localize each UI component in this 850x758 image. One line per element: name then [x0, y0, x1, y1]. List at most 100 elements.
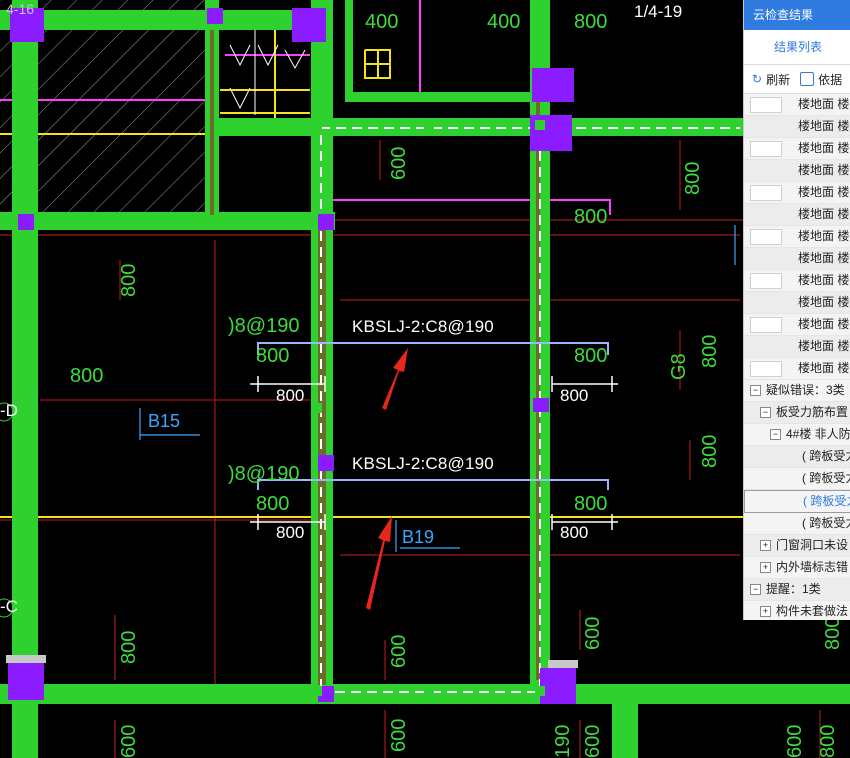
dim-bar1-right: 800	[574, 345, 608, 367]
top-left-label: 4-16	[6, 1, 35, 17]
rebar-partial-label-1: )8@190	[228, 315, 300, 337]
result-row[interactable]: 楼地面 楼	[744, 116, 850, 138]
collapse-icon[interactable]: −	[770, 429, 781, 441]
dim-bar2-left: 800	[256, 493, 290, 515]
result-row[interactable]: 楼地面 楼	[744, 160, 850, 182]
result-row-label: 楼地面 楼	[798, 339, 850, 353]
dim-600-bot4: 600	[582, 724, 604, 758]
tree-floor4-label: 4#楼 非人防	[786, 427, 850, 441]
collapse-icon[interactable]: −	[750, 584, 761, 596]
result-row-label: 楼地面 楼	[798, 185, 850, 199]
tree-comp-label: 构件未套做法	[776, 604, 849, 618]
dim-800-left: 800	[118, 263, 140, 297]
tree-slab-bar[interactable]: − 板受力筋布置	[744, 402, 850, 424]
result-row-label: 楼地面 楼	[798, 361, 850, 375]
tree-span-2[interactable]: ( 跨板受力	[744, 468, 850, 490]
slab-label-b19[interactable]: B19	[402, 528, 434, 546]
dim-bar2-bottom-right: 800	[560, 523, 589, 542]
page-label: 1/4-19	[634, 2, 683, 21]
axis-label-c: -C	[0, 597, 18, 616]
dim-bar1-left: 800	[256, 345, 290, 367]
tree-slab-bar-label: 板受力筋布置	[776, 405, 849, 419]
dim-bar2-right: 800	[574, 493, 608, 515]
dim-400-b: 400	[487, 11, 521, 33]
result-row[interactable]: 楼地面 楼	[744, 292, 850, 314]
result-row-label: 楼地面 楼	[798, 295, 850, 309]
collapse-icon[interactable]: −	[760, 407, 771, 419]
tree-suspect[interactable]: − 疑似错误：3类	[744, 380, 850, 402]
panel-toolbar: ↻ 刷新 依据	[744, 65, 850, 94]
row-checkbox[interactable]	[750, 97, 782, 113]
basis-button[interactable]: 依据	[818, 71, 842, 88]
rebar-partial-label-2: )8@190	[228, 463, 300, 485]
slab-label-b15[interactable]: B15	[148, 412, 180, 430]
dim-800-b: 800	[574, 206, 608, 228]
tree-remind-label: 提醒：1类	[766, 582, 821, 596]
dim-600-bot3: 600	[388, 718, 410, 752]
result-row-label: 楼地面 楼	[798, 97, 850, 111]
row-checkbox[interactable]	[750, 229, 782, 245]
dim-bar2-bottom-left: 800	[276, 523, 305, 542]
dim-800-right3: 800	[699, 434, 721, 468]
tree-span-3-label: ( 跨板受力	[803, 494, 850, 508]
dim-600-a: 600	[388, 146, 410, 180]
result-row-label: 楼地面 楼	[798, 163, 850, 177]
dim-400-a: 400	[365, 11, 399, 33]
dim-800-right2: 800	[699, 334, 721, 368]
label-g8: G8	[668, 353, 690, 380]
result-row[interactable]: 楼地面 楼	[744, 358, 850, 380]
basis-icon[interactable]	[800, 72, 815, 86]
tree-comp[interactable]: + 构件未套做法	[744, 601, 850, 620]
column-cap-2	[548, 660, 578, 668]
dim-600-right5: 600	[582, 616, 604, 650]
axis-label-d: -D	[0, 401, 18, 420]
rebar-note-bottom[interactable]: KBSLJ-2:C8@190	[352, 455, 494, 472]
row-checkbox[interactable]	[750, 185, 782, 201]
result-row[interactable]: 楼地面 楼	[744, 314, 850, 336]
row-checkbox[interactable]	[750, 317, 782, 333]
tree-floor4[interactable]: −4#楼 非人防	[744, 424, 850, 446]
result-row-label: 楼地面 楼	[798, 229, 850, 243]
expand-icon[interactable]: +	[760, 540, 771, 552]
result-row[interactable]: 楼地面 楼	[744, 270, 850, 292]
result-row[interactable]: 楼地面 楼	[744, 248, 850, 270]
expand-icon[interactable]: +	[760, 606, 771, 618]
dim-600-bot1: 600	[388, 634, 410, 668]
result-row[interactable]: 楼地面 楼	[744, 138, 850, 160]
dim-190: 190	[552, 724, 574, 758]
tree-span-4-label: ( 跨板受力	[802, 516, 850, 530]
result-row[interactable]: 楼地面 楼	[744, 336, 850, 358]
collapse-icon[interactable]: −	[750, 385, 761, 397]
result-row-label: 楼地面 楼	[798, 273, 850, 287]
panel-title[interactable]: 云检查结果	[744, 0, 850, 30]
expand-icon[interactable]: +	[760, 562, 771, 574]
result-row[interactable]: 楼地面 楼	[744, 204, 850, 226]
result-row-label: 楼地面 楼	[798, 207, 850, 221]
row-checkbox[interactable]	[750, 273, 782, 289]
tab-result-list[interactable]: 结果列表	[744, 30, 850, 65]
refresh-icon[interactable]: ↻	[752, 72, 762, 86]
result-row[interactable]: 楼地面 楼	[744, 226, 850, 248]
tree-remind[interactable]: − 提醒：1类	[744, 579, 850, 601]
tree-door[interactable]: + 门窗洞口未设	[744, 535, 850, 557]
tree-suspect-label: 疑似错误：3类	[766, 383, 845, 397]
tree-span-4[interactable]: ( 跨板受力	[744, 513, 850, 535]
result-row[interactable]: 楼地面 楼	[744, 94, 850, 116]
dim-bar1-bottom-left: 800	[276, 386, 305, 405]
rebar-note-top[interactable]: KBSLJ-2:C8@190	[352, 318, 494, 335]
row-checkbox[interactable]	[750, 361, 782, 377]
tree-span-1[interactable]: ( 跨板受力	[744, 446, 850, 468]
row-checkbox[interactable]	[750, 141, 782, 157]
tree-span-3-selected[interactable]: ( 跨板受力	[744, 490, 850, 513]
dim-bar1-bottom-right: 800	[560, 386, 589, 405]
dim-800-right1: 800	[682, 161, 704, 195]
dim-600-bot2: 600	[118, 724, 140, 758]
column-cap	[6, 655, 46, 663]
tree-wall[interactable]: + 内外墙标志错	[744, 557, 850, 579]
dim-800-top: 800	[574, 11, 608, 33]
refresh-button[interactable]: 刷新	[766, 71, 790, 88]
result-row[interactable]: 楼地面 楼	[744, 182, 850, 204]
dim-800-left2: 800	[70, 365, 104, 387]
tree-span-1-label: ( 跨板受力	[802, 449, 850, 463]
result-row-label: 楼地面 楼	[798, 251, 850, 265]
